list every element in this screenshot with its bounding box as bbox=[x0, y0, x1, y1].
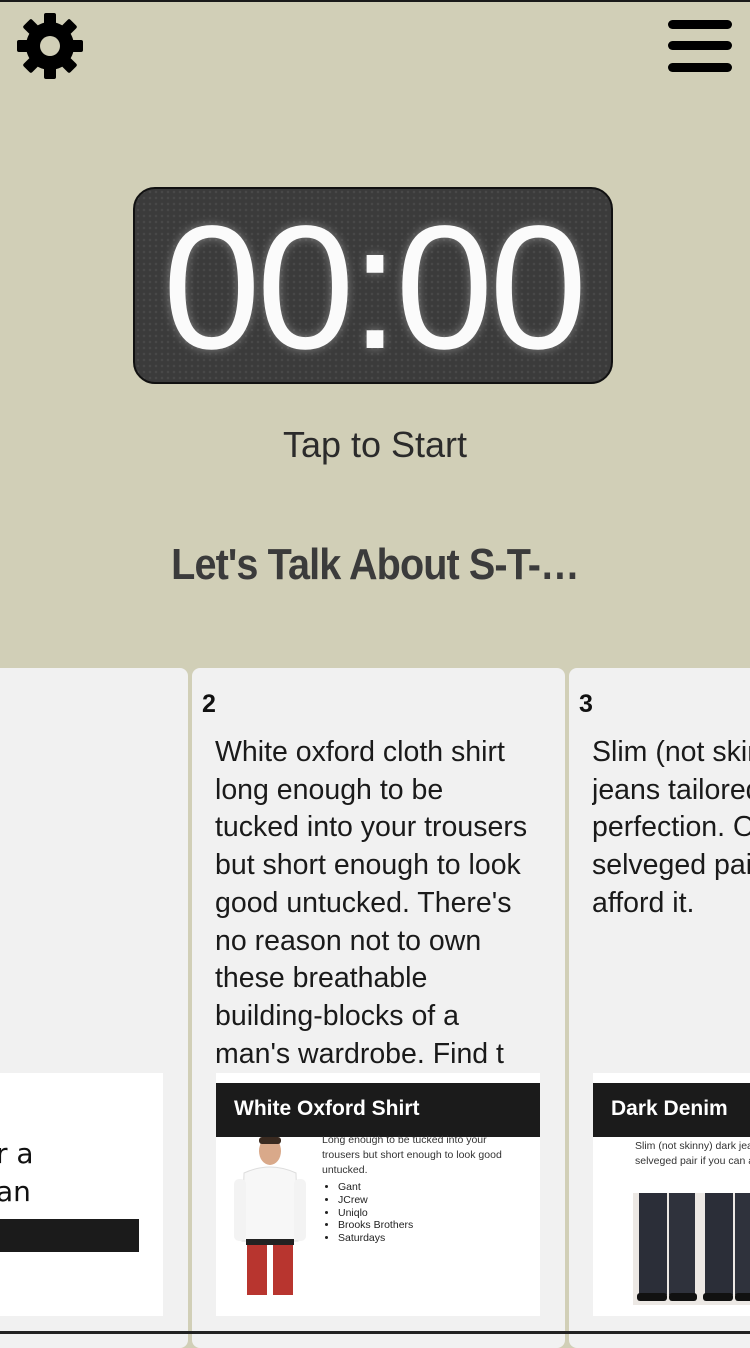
gear-icon bbox=[17, 13, 83, 79]
card-3[interactable]: 3 Slim (not skinny) dark jeans tailored … bbox=[569, 668, 750, 1348]
card-1[interactable]: r a an bbox=[0, 668, 188, 1348]
brand-item: Saturdays bbox=[338, 1232, 413, 1245]
brand-list: Gant JCrew Uniqlo Brooks Brothers Saturd… bbox=[322, 1181, 413, 1245]
thumb-dark-bar bbox=[0, 1219, 139, 1252]
timer-display[interactable]: 00:00 bbox=[133, 187, 613, 384]
card-thumbnail: Dark Denim Slim (not skinny) dark jeans … bbox=[593, 1073, 750, 1316]
card-thumbnail: White Oxford Shirt Long enough to be tuc… bbox=[216, 1073, 540, 1316]
topic-title: Let's Talk About S-T-… bbox=[171, 540, 580, 589]
card-2[interactable]: 2 White oxford cloth shirt long enough t… bbox=[192, 668, 565, 1348]
brand-item: Gant bbox=[338, 1181, 413, 1194]
card-thumbnail: r a an bbox=[0, 1073, 163, 1316]
card-text: Slim (not skinny) dark jeans tailored to… bbox=[592, 736, 750, 919]
denim-photo bbox=[633, 1193, 750, 1305]
card-number: 2 bbox=[202, 690, 216, 718]
thumb-text-line: r a bbox=[0, 1137, 34, 1170]
brand-item: JCrew bbox=[338, 1194, 413, 1207]
brand-item: Brooks Brothers bbox=[338, 1219, 413, 1232]
model-photo bbox=[234, 1137, 306, 1295]
thumb-description: Slim (not skinny) dark jeans tailored to… bbox=[635, 1140, 750, 1167]
thumb-description: Long enough to be tucked into your trous… bbox=[322, 1134, 502, 1176]
timer-digits: 00:00 bbox=[162, 189, 587, 386]
settings-button[interactable] bbox=[16, 12, 86, 82]
card-number: 3 bbox=[579, 690, 593, 718]
brand-item: Uniqlo bbox=[338, 1207, 413, 1220]
thumb-title: White Oxford Shirt bbox=[234, 1097, 420, 1120]
tap-to-start-label[interactable]: Tap to Start bbox=[0, 424, 750, 466]
card-text: White oxford cloth shirt long enough to … bbox=[215, 736, 528, 1070]
thumb-text-line: an bbox=[0, 1175, 31, 1208]
thumb-title: Dark Denim bbox=[611, 1097, 728, 1120]
top-border bbox=[0, 0, 750, 2]
menu-button[interactable] bbox=[666, 16, 734, 76]
